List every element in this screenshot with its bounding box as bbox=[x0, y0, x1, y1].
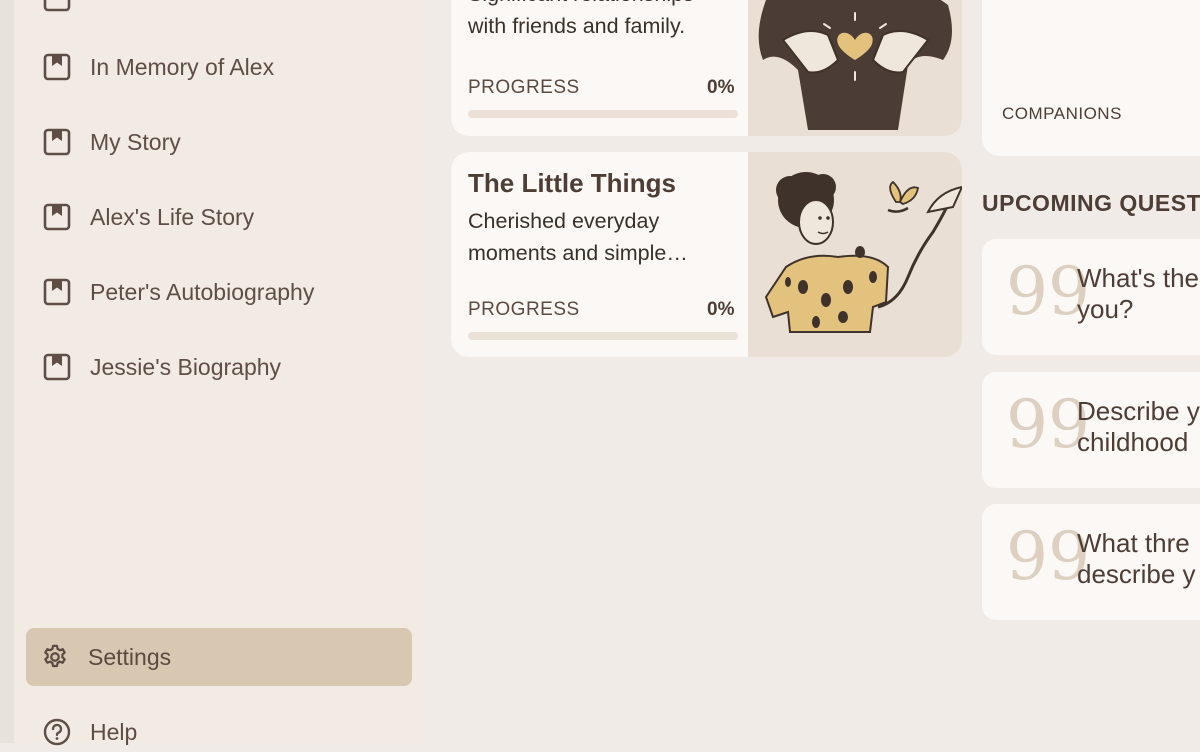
help-button[interactable]: Help bbox=[42, 712, 137, 752]
card-description-line: Significant relationships bbox=[468, 0, 738, 10]
progress-value: 0% bbox=[707, 77, 735, 98]
settings-label: Settings bbox=[88, 643, 172, 670]
bookmark-icon bbox=[42, 352, 72, 382]
category-card-little-things[interactable]: The Little Things Cherished everyday mom… bbox=[451, 152, 962, 357]
card-description: Cherished everyday moments and simple… bbox=[468, 205, 738, 269]
help-label: Help bbox=[90, 718, 138, 745]
heart-hands-illustration bbox=[748, 0, 962, 136]
main-content: Significant relationships with friends a… bbox=[424, 0, 1200, 743]
sidebar-item-in-memory-of-alex[interactable]: In Memory of Alex bbox=[42, 47, 274, 87]
card-text: The Little Things Cherished everyday mom… bbox=[468, 168, 738, 269]
sidebar-item-label: Jessie's Biography bbox=[90, 353, 282, 380]
card-description-line: Cherished everyday bbox=[468, 209, 660, 233]
question-text: What's the you? bbox=[1077, 263, 1200, 325]
upcoming-questions-heading: UPCOMING QUESTI bbox=[982, 190, 1200, 216]
card-text: Significant relationships with friends a… bbox=[468, 0, 738, 42]
progress-label: PROGRESS bbox=[468, 77, 580, 98]
question-line: childhood bbox=[1077, 427, 1189, 457]
window-edge bbox=[0, 0, 14, 743]
card-description-line: moments and simple… bbox=[468, 241, 688, 265]
sidebar-item-peters-autobiography[interactable]: Peter's Autobiography bbox=[42, 272, 314, 312]
question-line: you? bbox=[1077, 294, 1134, 324]
bookmark-icon bbox=[42, 0, 72, 13]
sidebar-item-label: Alex's Life Story bbox=[90, 203, 255, 230]
question-line: Describe y bbox=[1077, 396, 1200, 426]
bookmark-icon bbox=[42, 277, 72, 307]
gear-icon bbox=[40, 642, 70, 672]
question-line: describe y bbox=[1077, 559, 1196, 589]
card-description: Significant relationships with friends a… bbox=[468, 0, 738, 42]
sidebar-item-label: Peter's Autobiography bbox=[90, 278, 315, 305]
companions-panel[interactable]: COMPANIONS bbox=[982, 0, 1200, 156]
settings-button[interactable]: Settings bbox=[26, 628, 412, 686]
card-description-line: with friends and family. bbox=[468, 14, 686, 38]
progress-bar bbox=[468, 332, 738, 340]
bookmark-icon bbox=[42, 202, 72, 232]
sidebar-item-my-story[interactable]: My Story bbox=[42, 122, 181, 162]
sidebar-item-clipped[interactable] bbox=[42, 0, 90, 18]
sidebar-item-label: In Memory of Alex bbox=[90, 53, 275, 80]
question-card[interactable]: 99 Describe y childhood bbox=[982, 372, 1200, 488]
sidebar-item-label: My Story bbox=[90, 128, 181, 155]
sidebar: In Memory of Alex My Story Alex's Life S… bbox=[14, 0, 424, 746]
question-line: What thre bbox=[1077, 528, 1190, 558]
question-card[interactable]: 99 What's the you? bbox=[982, 239, 1200, 355]
progress-label: PROGRESS bbox=[468, 299, 580, 320]
question-card[interactable]: 99 What thre describe y bbox=[982, 504, 1200, 620]
sidebar-item-alex-life-story[interactable]: Alex's Life Story bbox=[42, 197, 254, 237]
question-line: What's the bbox=[1077, 263, 1200, 293]
progress-value: 0% bbox=[707, 299, 735, 320]
bookmark-icon bbox=[42, 127, 72, 157]
sidebar-item-jessies-biography[interactable]: Jessie's Biography bbox=[42, 347, 281, 387]
person-butterfly-illustration bbox=[748, 152, 962, 357]
category-card-relationships[interactable]: Significant relationships with friends a… bbox=[451, 0, 962, 136]
bookmark-icon bbox=[42, 52, 72, 82]
question-text: Describe y childhood bbox=[1077, 396, 1200, 458]
companions-label: COMPANIONS bbox=[1002, 104, 1122, 123]
card-title: The Little Things bbox=[468, 168, 676, 198]
question-text: What thre describe y bbox=[1077, 528, 1200, 590]
progress-bar bbox=[468, 110, 738, 118]
